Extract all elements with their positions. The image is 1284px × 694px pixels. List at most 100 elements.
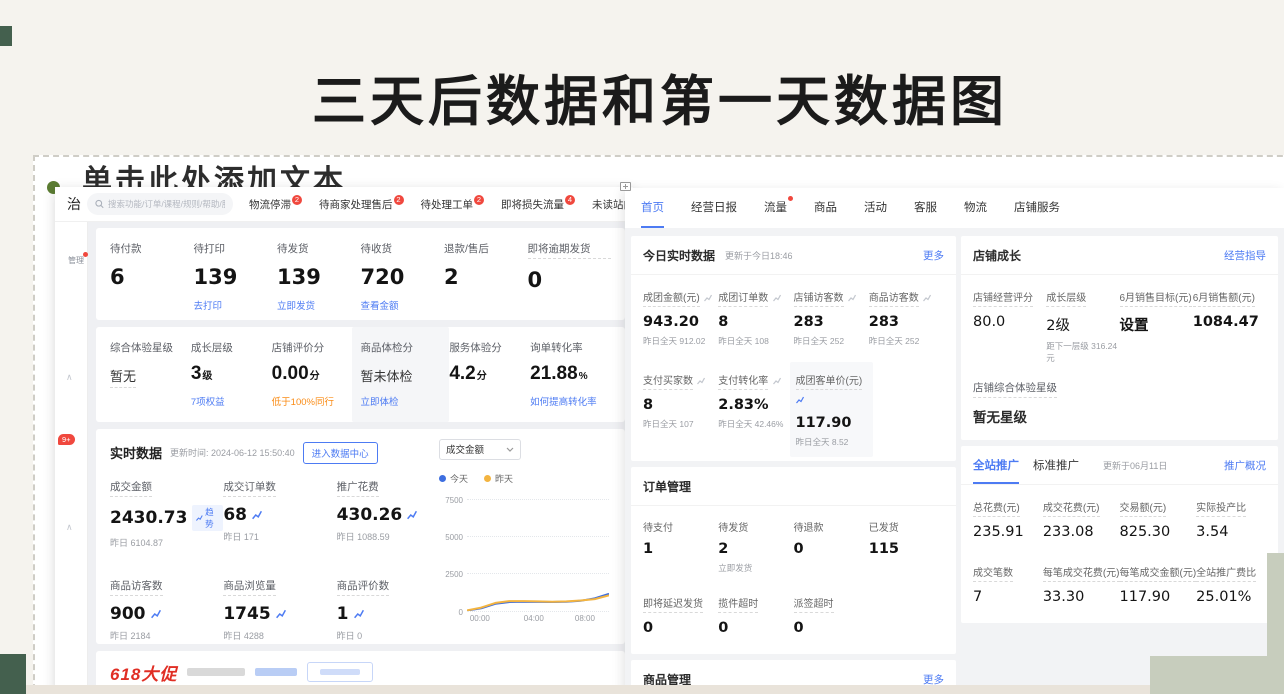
stat-value: 117.90 xyxy=(1120,589,1197,605)
stat-label: 即将逾期发货 xyxy=(528,241,612,259)
improve-conversion-link[interactable]: 如何提高转化率 xyxy=(530,394,611,408)
stat-value: 21.88% xyxy=(530,363,611,385)
stat-value: 1745 xyxy=(223,604,270,624)
go-print-link[interactable]: 去打印 xyxy=(194,298,278,312)
stat-label: 支付转化率 xyxy=(718,372,768,390)
ship-now-link[interactable]: 立即发货 xyxy=(718,562,793,574)
stat-label: 已发货 xyxy=(869,519,944,534)
stat-label: 成团订单数 xyxy=(718,289,768,307)
stat-value: 25.01% xyxy=(1196,589,1266,605)
stat-col: 综合体验星级暂无 xyxy=(110,340,191,414)
stat-label: 商品体检分 xyxy=(360,340,441,355)
stat-label: 商品评价数 xyxy=(337,578,390,596)
stat-sub: 昨日 0 xyxy=(337,629,450,642)
trend-icon[interactable] xyxy=(252,510,262,520)
trend-icon[interactable] xyxy=(407,510,417,520)
page-title: 三天后数据和第一天数据图 xyxy=(312,57,1008,136)
left-topbar: 治 搜索功能/订单/课程/规则/帮助/服务 物流停滞2 待商家处理售后2 待处理… xyxy=(55,187,633,222)
menu-item-pending-aftersale[interactable]: 待商家处理售后2 xyxy=(319,197,404,212)
window-expand-icon[interactable] xyxy=(620,182,631,191)
stat-value: 8 xyxy=(643,397,718,413)
tab-traffic[interactable]: 流量 xyxy=(764,188,787,228)
slide-page: 三天后数据和第一天数据图 单击此处添加文本 治 搜索功能/订单/课程/规则/帮助… xyxy=(0,0,1284,694)
stat-label: 6月销售目标(元) xyxy=(1120,289,1192,307)
tab-sitewide-promo[interactable]: 全站推广 xyxy=(973,457,1019,484)
metric-select[interactable]: 成交金额 xyxy=(439,439,521,460)
check-now-link[interactable]: 立即体检 xyxy=(360,394,441,408)
x-tick: 08:00 xyxy=(575,614,595,623)
logo-partial: 治 xyxy=(61,194,87,214)
ship-now-link[interactable]: 立即发货 xyxy=(277,298,361,312)
stat-label: 即将延迟发货 xyxy=(643,595,703,613)
metric-cell: 揽件超时0 xyxy=(718,594,793,641)
tab-standard-promo[interactable]: 标准推广 xyxy=(1033,457,1079,484)
more-link[interactable]: 更多 xyxy=(923,248,944,263)
card-title: 订单管理 xyxy=(643,478,691,495)
menu-item-pending-ticket[interactable]: 待处理工单2 xyxy=(421,197,485,212)
legend-item-yesterday[interactable]: 昨天 xyxy=(484,472,513,485)
stat-col: 待打印139去打印 xyxy=(194,241,278,312)
trend-icon[interactable] xyxy=(276,609,286,619)
search-input[interactable]: 搜索功能/订单/课程/规则/帮助/服务 xyxy=(87,193,233,215)
trend-icon[interactable] xyxy=(354,609,364,619)
tab-activities[interactable]: 活动 xyxy=(864,188,887,228)
badge: 2 xyxy=(292,195,302,205)
stat-sub: 距下一层级 316.24 元 xyxy=(1046,340,1119,364)
stat-label: 推广花费 xyxy=(337,479,379,497)
data-center-button[interactable]: 进入数据中心 xyxy=(303,442,378,464)
promo-button[interactable] xyxy=(307,662,373,682)
metric-cell: 每笔成交花费(元)33.30 xyxy=(1043,563,1120,610)
set-target-link[interactable]: 设置 xyxy=(1120,314,1193,335)
stat-sub: 昨日全天 252 xyxy=(794,335,869,347)
trend-badge[interactable]: 趋势 xyxy=(192,505,223,531)
badge: 4 xyxy=(565,195,575,205)
background-edge xyxy=(1150,656,1284,694)
business-guide-link[interactable]: 经营指导 xyxy=(1224,248,1266,263)
view-amount-link[interactable]: 查看金额 xyxy=(361,298,445,312)
metric-cell: 成团金额(元) 943.20昨日全天 912.02 xyxy=(643,288,718,347)
metric-cell: 商品浏览量 1745 昨日 4288 xyxy=(223,576,336,642)
promo-overview-link[interactable]: 推广概况 xyxy=(1224,458,1266,473)
metric-cell: 6月销售额(元)1084.47 xyxy=(1193,288,1266,364)
legend-item-today[interactable]: 今天 xyxy=(439,472,468,485)
trend-icon[interactable] xyxy=(151,609,161,619)
shop-growth-card: 店铺成长 经营指导 店铺经营评分80.0 成长层级2级距下一层级 316.24 … xyxy=(961,236,1278,440)
stat-sub: 昨日全天 42.46% xyxy=(718,418,793,430)
trend-icon[interactable] xyxy=(796,396,804,404)
stat-value: 283 xyxy=(794,314,869,330)
metric-cell: 支付买家数 8昨日全天 107 xyxy=(643,371,718,448)
collapse-caret-icon[interactable]: ∧ xyxy=(66,372,73,383)
stat-value: 1 xyxy=(643,541,718,557)
metric-cell: 6月销售目标(元) 设置 xyxy=(1120,288,1193,364)
tab-daily-report[interactable]: 经营日报 xyxy=(691,188,737,228)
rights-link[interactable]: 7项权益 xyxy=(191,394,272,408)
menu-item-logistics-stall[interactable]: 物流停滞2 xyxy=(249,197,302,212)
background-edge xyxy=(26,685,1150,694)
tab-shop-services[interactable]: 店铺服务 xyxy=(1014,188,1060,228)
tab-logistics[interactable]: 物流 xyxy=(964,188,987,228)
metric-cell: 店铺访客数 283昨日全天 252 xyxy=(794,288,869,347)
stat-value: 283 xyxy=(869,314,944,330)
promo-link-placeholder[interactable] xyxy=(255,668,297,676)
stat-col: 待收货720查看金额 xyxy=(361,241,445,312)
stat-label: 支付买家数 xyxy=(643,372,693,390)
stat-sub: 昨日 6104.87 xyxy=(110,536,223,549)
menu-item-label: 待商家处理售后 xyxy=(319,199,393,211)
x-tick: 00:00 xyxy=(470,614,490,623)
sidebar-item-partial[interactable]: 管理 xyxy=(68,255,84,266)
tab-home[interactable]: 首页 xyxy=(641,188,664,228)
metric-cell: 待退款0 xyxy=(794,519,869,574)
trend-icon xyxy=(196,514,203,522)
stat-value: 暂无 xyxy=(110,366,136,388)
stat-value: 0 xyxy=(718,620,793,636)
stat-value: 6 xyxy=(110,265,194,289)
sidebar-badge: 9+ xyxy=(58,434,75,445)
stat-label: 成交金额 xyxy=(110,479,152,497)
stat-value: 0 xyxy=(794,541,869,557)
tab-service[interactable]: 客服 xyxy=(914,188,937,228)
badge: 2 xyxy=(394,195,404,205)
menu-item-traffic-loss[interactable]: 即将损失流量4 xyxy=(501,197,575,212)
below-peers-link[interactable]: 低于100%同行 xyxy=(272,394,353,408)
collapse-caret-icon[interactable]: ∧ xyxy=(66,522,73,533)
tab-products[interactable]: 商品 xyxy=(814,188,837,228)
